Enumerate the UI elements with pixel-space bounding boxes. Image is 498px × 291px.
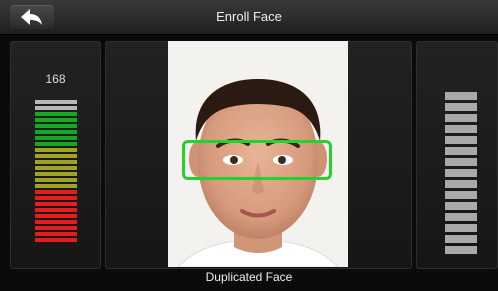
quality-score: 168 [45,72,66,86]
progress-meter-panel [416,41,498,269]
progress-bar-segment [445,103,477,111]
quality-bar-segment [35,142,77,146]
quality-meter-panel: 168 [10,41,101,269]
progress-bar-segment [445,224,477,232]
progress-bar-segment [445,158,477,166]
quality-bar-segment [35,238,77,242]
progress-bar-segment [445,92,477,100]
progress-bar-segment [445,213,477,221]
quality-bar-segment [35,112,77,116]
quality-bar-segment [35,160,77,164]
quality-bar-segment [35,106,77,110]
quality-bar-segment [35,184,77,188]
status-message: Duplicated Face [205,270,293,284]
progress-bar-segment [445,180,477,188]
face-detection-box [182,140,332,180]
enroll-progress-meter [445,92,477,257]
progress-bar-segment [445,136,477,144]
title-bar: Enroll Face [0,0,498,35]
quality-bar-segment [35,154,77,158]
progress-bar-segment [445,191,477,199]
quality-bar-segment [35,214,77,218]
quality-bar-segment [35,148,77,152]
progress-bar-segment [445,125,477,133]
quality-bar-meter [35,100,77,244]
quality-bar-segment [35,226,77,230]
quality-bar-segment [35,100,77,104]
quality-bar-segment [35,136,77,140]
progress-bar-segment [445,202,477,210]
progress-bar-segment [445,235,477,243]
quality-bar-segment [35,118,77,122]
progress-bar-segment [445,246,477,254]
quality-bar-segment [35,208,77,212]
quality-bar-segment [35,220,77,224]
quality-bar-segment [35,166,77,170]
page-title: Enroll Face [216,9,282,24]
quality-bar-segment [35,232,77,236]
quality-bar-segment [35,202,77,206]
progress-bar-segment [445,114,477,122]
quality-bar-segment [35,130,77,134]
quality-bar-segment [35,172,77,176]
quality-bar-segment [35,190,77,194]
quality-bar-segment [35,124,77,128]
quality-bar-segment [35,178,77,182]
quality-bar-segment [35,196,77,200]
progress-bar-segment [445,147,477,155]
progress-bar-segment [445,169,477,177]
